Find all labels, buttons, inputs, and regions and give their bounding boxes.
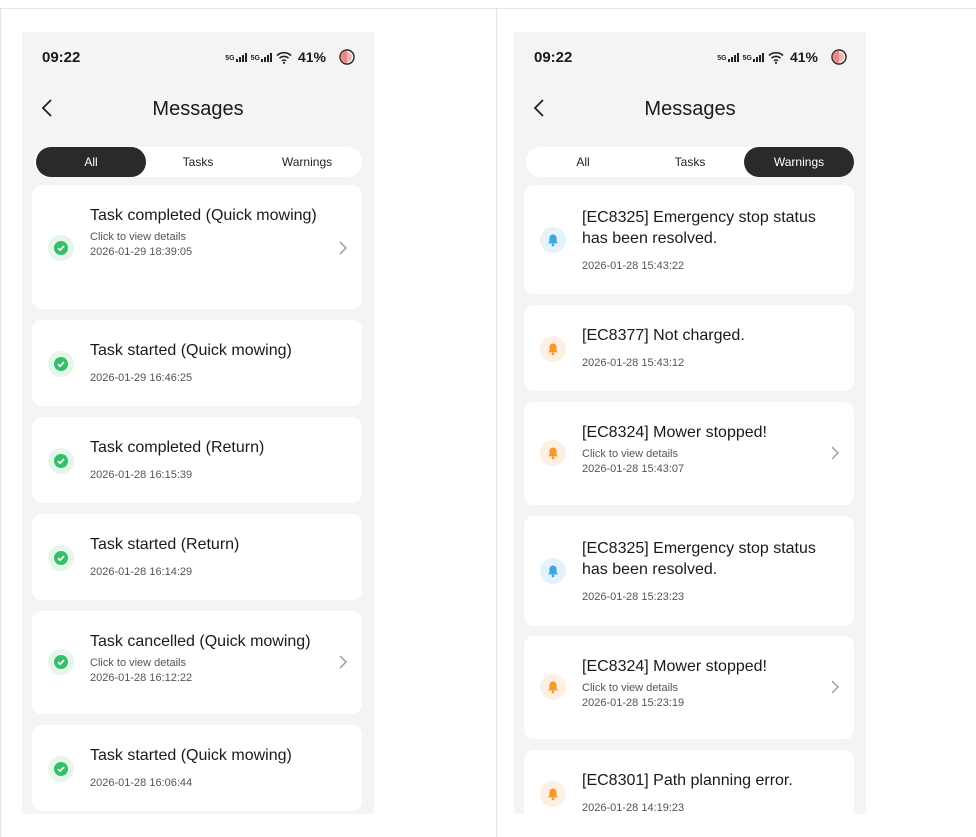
message-date: 2026-01-29 18:39:05 [90,246,193,258]
warning-date: 2026-01-28 15:43:12 [582,357,685,369]
check-circle-icon [48,235,74,261]
frame-border [0,8,1,837]
battery-percent: 41% [789,49,818,65]
message-title: Task started (Quick mowing) [90,747,292,764]
bell-icon [540,440,566,466]
tab-warnings[interactable]: Warnings [744,147,854,177]
status-bar: 09:22 5G 5G 41% [514,32,866,76]
check-circle-icon [48,756,74,782]
message-title: Task completed (Return) [90,439,265,456]
message-title: Task started (Quick mowing) [90,342,292,359]
check-circle-icon [48,448,74,474]
view-details-hint: Click to view details [582,682,678,694]
warning-card[interactable]: [EC8325] Emergency stop status has been … [524,185,854,294]
message-card[interactable]: Task completed (Quick mowing) Click to v… [32,185,362,309]
chevron-right-icon [339,241,347,255]
tab-warnings[interactable]: Warnings [252,147,362,177]
warning-title: [EC8301] Path planning error. [582,772,793,789]
warning-title: [EC8325] Emergency stop status has been … [582,540,816,578]
check-circle-icon [48,545,74,571]
frame-divider [496,8,497,837]
messages-screen-warnings: 09:22 5G 5G 41% Messages All Tasks Warni… [514,32,866,814]
message-date: 2026-01-28 16:14:29 [90,566,193,578]
warning-card[interactable]: [EC8325] Emergency stop status has been … [524,516,854,626]
message-title: Task cancelled (Quick mowing) [90,633,311,650]
warning-title: [EC8324] Mower stopped! [582,424,767,441]
tab-all[interactable]: All [528,147,638,177]
nav-bar: Messages [22,88,374,128]
messages-screen-all: 09:22 5G 5G 41% Messages All Tasks Warni… [22,32,374,814]
warning-date: 2026-01-28 14:19:23 [582,802,685,814]
signal-icon: 5G [251,52,272,62]
warning-title: [EC8324] Mower stopped! [582,658,767,675]
message-date: 2026-01-28 16:15:39 [90,469,193,481]
message-date: 2026-01-28 16:12:22 [90,672,193,684]
warning-date: 2026-01-28 15:23:19 [582,697,685,709]
warning-card[interactable]: [EC8377] Not charged. 2026-01-28 15:43:1… [524,305,854,391]
message-card[interactable]: Task started (Quick mowing) 2026-01-28 1… [32,725,362,811]
frame-border [0,8,976,9]
bell-icon [540,336,566,362]
bell-icon [540,674,566,700]
view-details-hint: Click to view details [90,657,186,669]
signal-icon: 5G [743,52,764,62]
battery-icon [339,49,355,65]
check-circle-icon [48,351,74,377]
signal-icon: 5G [225,52,247,62]
message-title: Task completed (Quick mowing) [90,207,317,224]
view-details-hint: Click to view details [582,448,678,460]
message-filter-tabs: All Tasks Warnings [34,147,362,177]
warning-date: 2026-01-28 15:23:23 [582,591,685,603]
chevron-right-icon [831,680,839,694]
warning-card[interactable]: [EC8324] Mower stopped! Click to view de… [524,402,854,505]
battery-icon [831,49,847,65]
tab-all[interactable]: All [36,147,146,177]
message-card[interactable]: Task cancelled (Quick mowing) Click to v… [32,611,362,714]
wifi-icon [768,51,784,64]
tab-tasks[interactable]: Tasks [635,147,745,177]
warning-date: 2026-01-28 15:43:07 [582,463,685,475]
warning-title: [EC8325] Emergency stop status has been … [582,209,816,247]
nav-bar: Messages [514,88,866,128]
signal-icon: 5G [717,52,739,62]
page-title: Messages [152,98,244,120]
message-date: 2026-01-28 16:06:44 [90,777,193,789]
wifi-icon [276,51,292,64]
bell-icon [540,781,566,807]
status-time: 09:22 [42,49,81,66]
tab-tasks[interactable]: Tasks [143,147,253,177]
check-circle-icon [48,649,74,675]
chevron-right-icon [339,655,347,669]
warning-card[interactable]: [EC8301] Path planning error. 2026-01-28… [524,750,854,814]
message-card[interactable]: Task started (Return) 2026-01-28 16:14:2… [32,514,362,600]
view-details-hint: Click to view details [90,231,186,243]
message-date: 2026-01-29 16:46:25 [90,372,193,384]
warning-title: [EC8377] Not charged. [582,327,745,344]
status-time: 09:22 [534,49,573,66]
page-title: Messages [644,98,736,120]
bell-icon [540,558,566,584]
message-title: Task started (Return) [90,536,240,553]
bell-icon [540,227,566,253]
battery-percent: 41% [297,49,326,65]
message-card[interactable]: Task started (Quick mowing) 2026-01-29 1… [32,320,362,406]
chevron-right-icon [831,446,839,460]
message-card[interactable]: Task completed (Return) 2026-01-28 16:15… [32,417,362,503]
warning-date: 2026-01-28 15:43:22 [582,260,685,272]
status-bar: 09:22 5G 5G 41% [22,32,374,76]
warning-card[interactable]: [EC8324] Mower stopped! Click to view de… [524,636,854,739]
message-filter-tabs: All Tasks Warnings [526,147,854,177]
